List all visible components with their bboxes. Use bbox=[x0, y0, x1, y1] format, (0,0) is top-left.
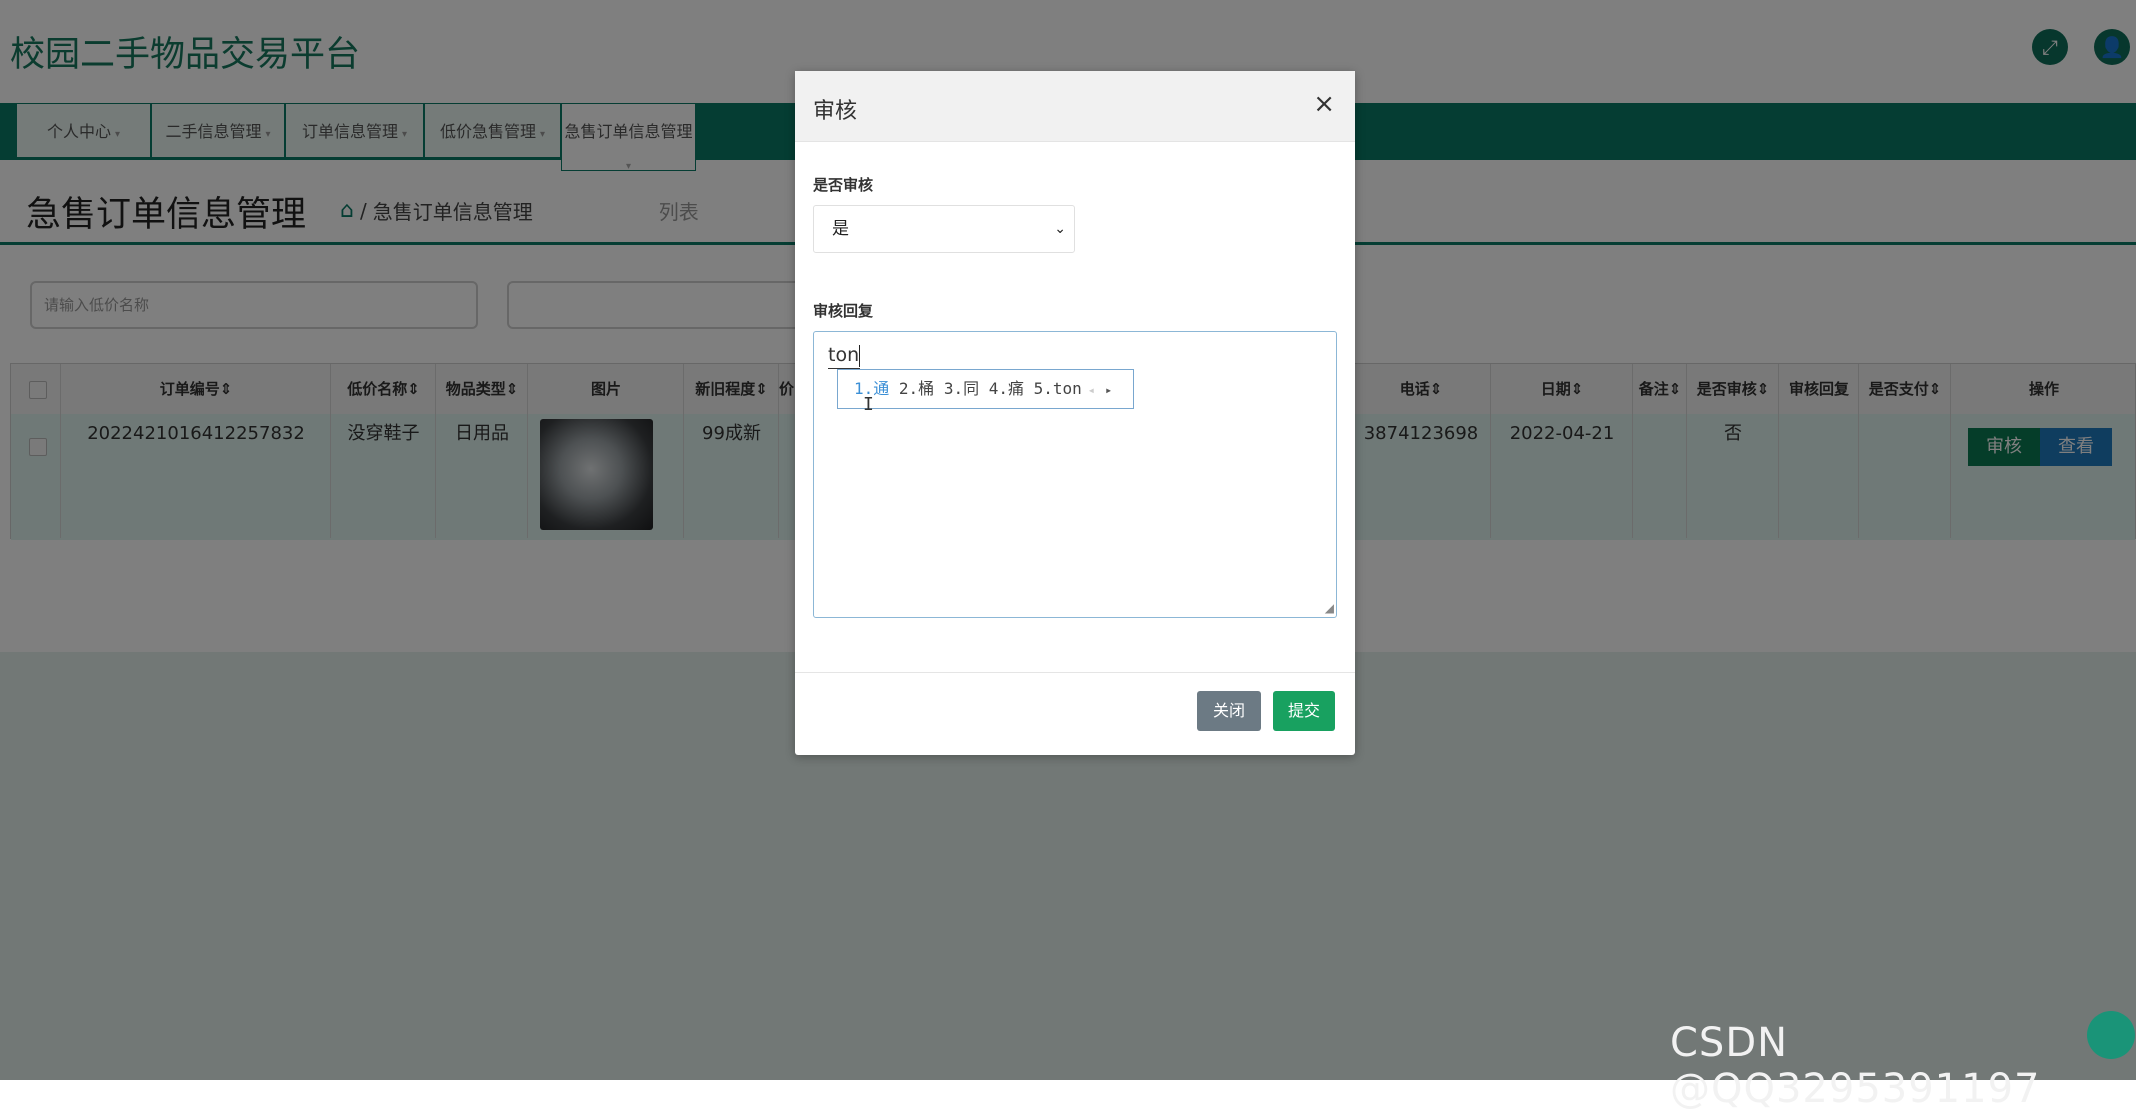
audit-status-label: 是否审核 bbox=[813, 176, 874, 194]
audit-status-select[interactable]: 是 ⌄ bbox=[813, 205, 1075, 253]
ime-candidates-rest[interactable]: 2.桶 3.同 4.痛 5.ton bbox=[889, 379, 1082, 398]
modal-title: 审核 bbox=[813, 99, 858, 124]
page-root: 校园二手物品交易平台 ⤢ 👤 个人中心▾ 二手信息管理▾ 订单信息管理▾ 低价急… bbox=[0, 0, 2136, 1112]
modal-close-button[interactable]: 关闭 bbox=[1197, 691, 1261, 731]
ime-prev-icon[interactable]: ◂ bbox=[1088, 383, 1095, 397]
ime-next-icon[interactable]: ▸ bbox=[1105, 383, 1112, 397]
chevron-down-icon: ⌄ bbox=[1054, 221, 1066, 237]
audit-reply-label: 审核回复 bbox=[813, 302, 874, 320]
text-cursor-icon: I bbox=[863, 394, 874, 415]
close-icon[interactable]: × bbox=[1313, 89, 1335, 119]
modal-header: 审核 × bbox=[795, 71, 1355, 142]
watermark: CSDN @QQ3295391197 bbox=[1670, 1020, 2041, 1112]
resize-handle-icon[interactable]: ◢ bbox=[1325, 601, 1334, 615]
ime-candidate-popup[interactable]: 1.通 2.桶 3.同 4.痛 5.ton ◂ ▸ bbox=[837, 369, 1134, 409]
textarea-composing-text: ton bbox=[828, 342, 861, 369]
audit-modal: 审核 × 是否审核 是 ⌄ 审核回复 ton ◢ 关闭 提交 bbox=[795, 71, 1355, 755]
floating-badge-icon[interactable] bbox=[2087, 1011, 2135, 1059]
submit-button[interactable]: 提交 bbox=[1273, 691, 1335, 731]
modal-footer-divider bbox=[795, 672, 1355, 673]
select-value: 是 bbox=[832, 219, 849, 239]
